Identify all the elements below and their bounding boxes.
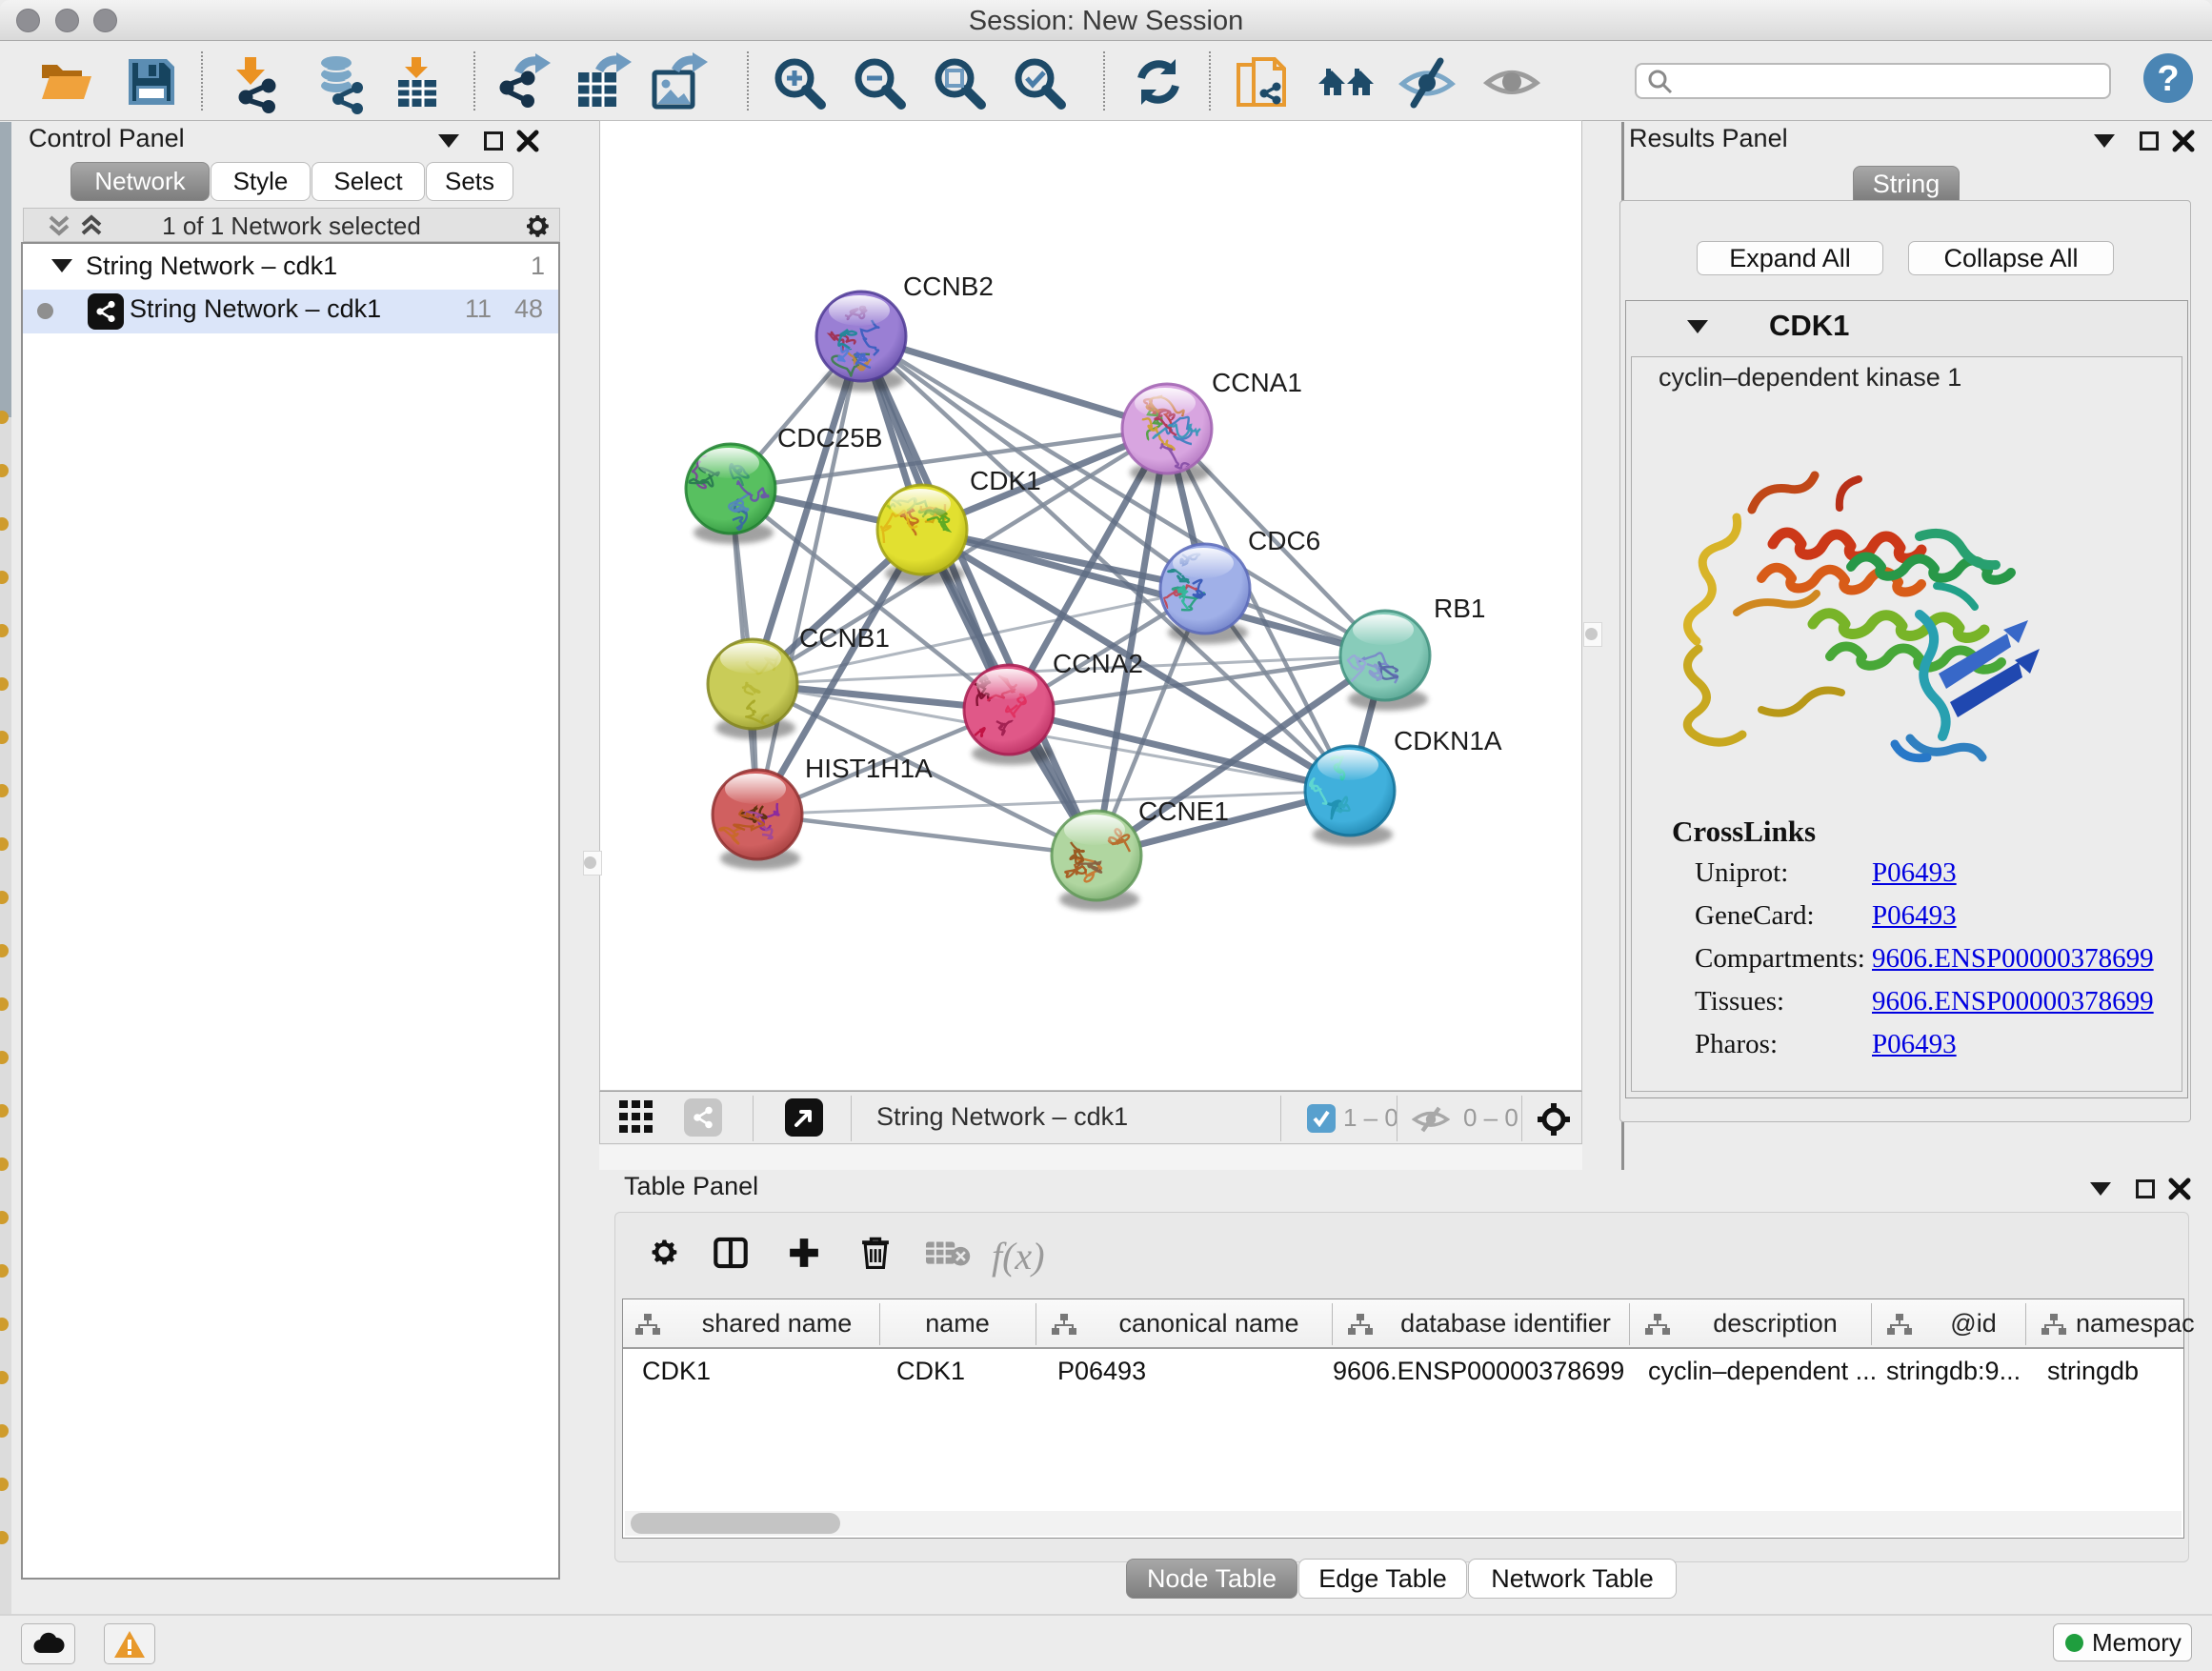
svg-text:CDK1: CDK1 [970,466,1041,495]
svg-text:CDC25B: CDC25B [777,423,882,453]
svg-text:?: ? [2157,59,2179,99]
svg-text:CCNB2: CCNB2 [903,272,994,301]
svg-text:RB1: RB1 [1434,594,1485,623]
svg-text:CCNE1: CCNE1 [1138,796,1229,826]
svg-text:CCNB1: CCNB1 [799,623,890,653]
svg-text:CCNA2: CCNA2 [1053,649,1143,678]
svg-text:CDC6: CDC6 [1248,526,1320,555]
svg-text:CCNA1: CCNA1 [1212,368,1302,397]
svg-text:CDKN1A: CDKN1A [1394,726,1502,755]
svg-text:HIST1H1A: HIST1H1A [805,754,933,783]
